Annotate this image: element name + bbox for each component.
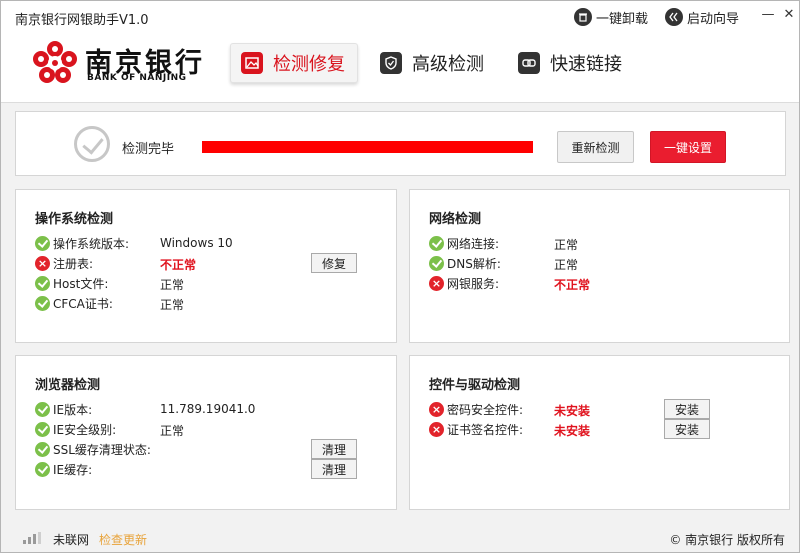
card-title: 控件与驱动检测 — [429, 378, 521, 393]
row-value: 不正常 — [554, 278, 591, 292]
error-icon: × — [429, 421, 444, 437]
tab-advanced-detect[interactable]: 高级检测 — [370, 43, 494, 83]
shield-icon — [380, 52, 402, 74]
ok-icon — [35, 235, 50, 251]
row-label: IE版本: — [53, 402, 93, 417]
clear-ssl-cache-button[interactable]: 清理 — [311, 439, 357, 459]
list-item: SSL缓存清理状态: — [35, 440, 151, 458]
ok-icon — [429, 255, 444, 271]
tab-label: 快速链接 — [550, 54, 622, 75]
network-status: 未联网 — [53, 533, 90, 547]
uninstall-label: 一键卸载 — [596, 11, 649, 27]
trash-icon — [574, 8, 592, 26]
list-item: IE缓存: — [35, 460, 92, 478]
row-value: 不正常 — [160, 258, 197, 272]
signal-icon — [23, 532, 41, 544]
list-item: DNS解析: — [429, 254, 501, 272]
footer: 未联网 检查更新 © 南京银行 版权所有 — [1, 522, 799, 552]
row-value: 正常 — [554, 238, 579, 252]
list-item: × 网银服务: — [429, 274, 499, 292]
tab-detect-repair[interactable]: 检测修复 — [230, 43, 358, 83]
progress-fill — [202, 141, 533, 153]
row-label: 密码安全控件: — [447, 402, 524, 417]
row-value: 正常 — [160, 424, 185, 438]
install-signature-control-button[interactable]: 安装 — [664, 419, 710, 439]
title-bar: 南京银行网银助手V1.0 一键卸载 启动向导 — ✕ — [1, 1, 799, 33]
clear-ie-cache-button[interactable]: 清理 — [311, 459, 357, 479]
list-item: 操作系统版本: — [35, 234, 129, 252]
status-label: 检测完毕 — [122, 142, 175, 157]
driver-check-card: 控件与驱动检测 × 密码安全控件: 未安装 安装 × 证书签名控件: 未安装 安装 — [409, 355, 790, 510]
row-value: 正常 — [554, 258, 579, 272]
error-icon: × — [35, 255, 50, 271]
list-item: × 证书签名控件: — [429, 420, 523, 438]
row-label: 网银服务: — [447, 276, 500, 291]
list-item: 网络连接: — [429, 234, 499, 252]
image-icon — [241, 52, 263, 74]
ok-icon — [35, 401, 50, 417]
copyright: © 南京银行 版权所有 — [669, 533, 785, 547]
row-value: 未安装 — [554, 424, 591, 438]
close-button[interactable]: ✕ — [779, 5, 799, 25]
row-value: 正常 — [160, 278, 185, 292]
card-title: 网络检测 — [429, 212, 482, 227]
tab-label: 检测修复 — [273, 54, 345, 75]
row-label: 注册表: — [53, 256, 94, 271]
brand-name-en: BANK OF NANJING — [87, 73, 187, 83]
row-value: 未安装 — [554, 404, 591, 418]
list-item: Host文件: — [35, 274, 108, 292]
one-click-setup-button[interactable]: 一键设置 — [650, 131, 726, 163]
repair-registry-button[interactable]: 修复 — [311, 253, 357, 273]
ok-icon — [35, 275, 50, 291]
header: 南京银行 BANK OF NANJING 检测修复 高级检测 快速链接 — [1, 33, 799, 103]
tab-quick-links[interactable]: 快速链接 — [508, 43, 632, 83]
list-item: IE安全级别: — [35, 420, 116, 438]
ok-icon — [429, 235, 444, 251]
row-value: Windows 10 — [160, 236, 233, 250]
app-window: 南京银行网银助手V1.0 一键卸载 启动向导 — ✕ 南京银行 BANK OF … — [0, 0, 800, 553]
list-item: × 注册表: — [35, 254, 93, 272]
install-password-control-button[interactable]: 安装 — [664, 399, 710, 419]
ok-icon — [35, 421, 50, 437]
link-icon — [518, 52, 540, 74]
card-title: 浏览器检测 — [35, 378, 101, 393]
row-label: IE安全级别: — [53, 422, 117, 437]
error-icon: × — [429, 401, 444, 417]
uninstall-button[interactable]: 一键卸载 — [574, 7, 648, 27]
row-label: 操作系统版本: — [53, 236, 130, 251]
error-icon: × — [429, 275, 444, 291]
ok-icon — [35, 295, 50, 311]
status-panel: 检测完毕 重新检测 一键设置 — [15, 111, 786, 176]
browser-check-card: 浏览器检测 IE版本: 11.789.19041.0 IE安全级别: 正常 SS… — [15, 355, 397, 510]
check-update-link[interactable]: 检查更新 — [99, 531, 147, 548]
double-chevron-icon — [665, 8, 683, 26]
row-label: Host文件: — [53, 276, 109, 291]
os-check-card: 操作系统检测 操作系统版本: Windows 10 × 注册表: 不正常 修复 H… — [15, 189, 397, 343]
bank-logo-icon — [33, 41, 77, 83]
row-label: 证书签名控件: — [447, 422, 524, 437]
row-label: IE缓存: — [53, 462, 93, 477]
ok-icon — [35, 461, 50, 477]
check-complete-icon — [74, 126, 110, 162]
tab-label: 高级检测 — [412, 54, 484, 75]
recheck-button[interactable]: 重新检测 — [557, 131, 634, 163]
list-item: IE版本: — [35, 400, 92, 418]
ok-icon — [35, 441, 50, 457]
network-check-card: 网络检测 网络连接: 正常 DNS解析: 正常 × 网银服务: 不正常 — [409, 189, 790, 343]
wizard-button[interactable]: 启动向导 — [665, 7, 739, 27]
row-label: 网络连接: — [447, 236, 500, 251]
row-value: 正常 — [160, 298, 185, 312]
row-label: CFCA证书: — [53, 296, 113, 311]
minimize-button[interactable]: — — [758, 5, 778, 25]
window-title: 南京银行网银助手V1.0 — [15, 13, 149, 28]
row-label: SSL缓存清理状态: — [53, 442, 151, 457]
row-value: 11.789.19041.0 — [160, 402, 256, 416]
row-label: DNS解析: — [447, 256, 501, 271]
progress-bar — [202, 141, 533, 153]
card-title: 操作系统检测 — [35, 212, 114, 227]
list-item: CFCA证书: — [35, 294, 113, 312]
list-item: × 密码安全控件: — [429, 400, 523, 418]
wizard-label: 启动向导 — [687, 11, 740, 27]
